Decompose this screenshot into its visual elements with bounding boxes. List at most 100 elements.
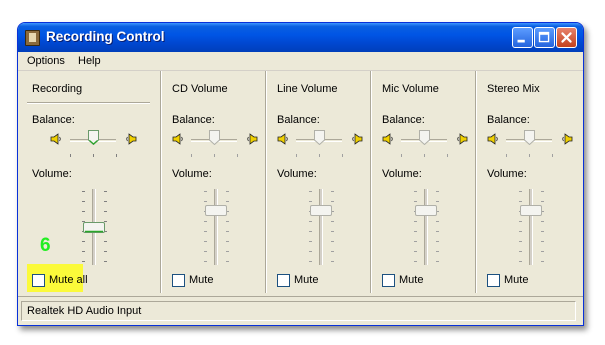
- balance-tick: [237, 154, 238, 157]
- volume-tick: [436, 201, 439, 202]
- right-speaker-icon: [352, 133, 363, 145]
- volume-tick: [519, 191, 522, 192]
- volume-tick: [226, 241, 229, 242]
- volume-tick: [309, 241, 312, 242]
- volume-tick: [309, 251, 312, 252]
- mic-volume-volume-label: Volume:: [382, 168, 422, 180]
- balance-tick: [342, 154, 343, 157]
- close-button[interactable]: [556, 27, 577, 48]
- volume-tick: [226, 221, 229, 222]
- volume-tick: [104, 191, 107, 192]
- line-volume-volume-track[interactable]: [319, 189, 323, 265]
- cd-volume-balance-label: Balance:: [172, 114, 215, 126]
- balance-tick: [424, 154, 425, 157]
- volume-tick: [104, 251, 107, 252]
- column-separator: [160, 71, 162, 293]
- volume-tick: [414, 191, 417, 192]
- balance-tick: [116, 154, 117, 157]
- volume-tick: [82, 191, 85, 192]
- stereo-mix-title: Stereo Mix: [487, 83, 540, 95]
- mic-volume-volume-track[interactable]: [424, 189, 428, 265]
- stereo-mix-volume-track[interactable]: [529, 189, 533, 265]
- status-text: Realtek HD Audio Input: [27, 305, 142, 317]
- volume-tick: [436, 241, 439, 242]
- volume-tick: [82, 241, 85, 242]
- recording-title: Recording: [32, 83, 83, 95]
- mute-all-checkbox[interactable]: [32, 274, 45, 287]
- stereo-mix-balance-slider[interactable]: [524, 130, 535, 145]
- mic-volume-balance-label: Balance:: [382, 114, 425, 126]
- stereo-mix-volume-slider[interactable]: [520, 205, 542, 216]
- status-panel: Realtek HD Audio Input: [21, 301, 576, 321]
- mic-volume-volume-slider[interactable]: [415, 205, 437, 216]
- recording-balance-label: Balance:: [32, 114, 75, 126]
- volume-tick: [309, 261, 312, 262]
- volume-tick: [331, 251, 334, 252]
- menu-bar: Options Help: [18, 52, 583, 71]
- menu-help[interactable]: Help: [78, 55, 101, 67]
- volume-tick: [309, 191, 312, 192]
- cd-volume-balance-slider[interactable]: [209, 130, 220, 145]
- volume-tick: [541, 261, 544, 262]
- line-volume-balance-label: Balance:: [277, 114, 320, 126]
- volume-tick: [414, 201, 417, 202]
- volume-tick: [204, 221, 207, 222]
- balance-tick: [319, 154, 320, 157]
- volume-tick: [82, 251, 85, 252]
- cd-volume-volume-track[interactable]: [214, 189, 218, 265]
- volume-tick: [226, 231, 229, 232]
- left-speaker-icon: [382, 133, 393, 145]
- window-title: Recording Control: [46, 29, 165, 44]
- volume-tick: [226, 191, 229, 192]
- volume-tick: [331, 201, 334, 202]
- volume-tick: [414, 251, 417, 252]
- line-volume-title: Line Volume: [277, 83, 338, 95]
- cd-volume-title: CD Volume: [172, 83, 228, 95]
- volume-tick: [204, 201, 207, 202]
- volume-tick: [82, 211, 85, 212]
- volume-tick: [519, 241, 522, 242]
- menu-options[interactable]: Options: [27, 55, 65, 67]
- mute-all-label: Mute all: [49, 274, 88, 286]
- recording-volume-slider[interactable]: [83, 222, 105, 233]
- mic-volume-balance-slider[interactable]: [419, 130, 430, 145]
- title-bar[interactable]: Recording Control: [18, 23, 583, 52]
- line-volume-volume-label: Volume:: [277, 168, 317, 180]
- stereo-mix-mute-checkbox[interactable]: [487, 274, 500, 287]
- volume-tick: [519, 221, 522, 222]
- stereo-mix-volume-label: Volume:: [487, 168, 527, 180]
- column-separator: [475, 71, 477, 293]
- cd-volume-mute-label: Mute: [189, 274, 214, 286]
- volume-tick: [519, 261, 522, 262]
- balance-tick: [401, 154, 402, 157]
- cd-volume-volume-slider[interactable]: [205, 205, 227, 216]
- maximize-button[interactable]: [534, 27, 555, 48]
- line-volume-volume-slider[interactable]: [310, 205, 332, 216]
- left-speaker-icon: [487, 133, 498, 145]
- balance-tick: [552, 154, 553, 157]
- volume-tick: [309, 231, 312, 232]
- volume-tick: [519, 201, 522, 202]
- volume-tick: [541, 231, 544, 232]
- line-volume-mute-checkbox[interactable]: [277, 274, 290, 287]
- mic-volume-mute-checkbox[interactable]: [382, 274, 395, 287]
- line-volume-balance-slider[interactable]: [314, 130, 325, 145]
- volume-tick: [436, 221, 439, 222]
- volume-tick: [82, 201, 85, 202]
- volume-tick: [226, 261, 229, 262]
- volume-tick: [104, 201, 107, 202]
- balance-tick: [191, 154, 192, 157]
- volume-tick: [331, 191, 334, 192]
- left-speaker-icon: [277, 133, 288, 145]
- recording-balance-slider[interactable]: [88, 130, 99, 145]
- left-speaker-icon: [172, 133, 183, 145]
- volume-tick: [226, 251, 229, 252]
- volume-tick: [204, 191, 207, 192]
- minimize-button[interactable]: [512, 27, 533, 48]
- cd-volume-mute-checkbox[interactable]: [172, 274, 185, 287]
- volume-tick: [104, 241, 107, 242]
- volume-tick: [541, 221, 544, 222]
- mic-volume-title: Mic Volume: [382, 83, 439, 95]
- balance-tick: [296, 154, 297, 157]
- balance-tick: [70, 154, 71, 157]
